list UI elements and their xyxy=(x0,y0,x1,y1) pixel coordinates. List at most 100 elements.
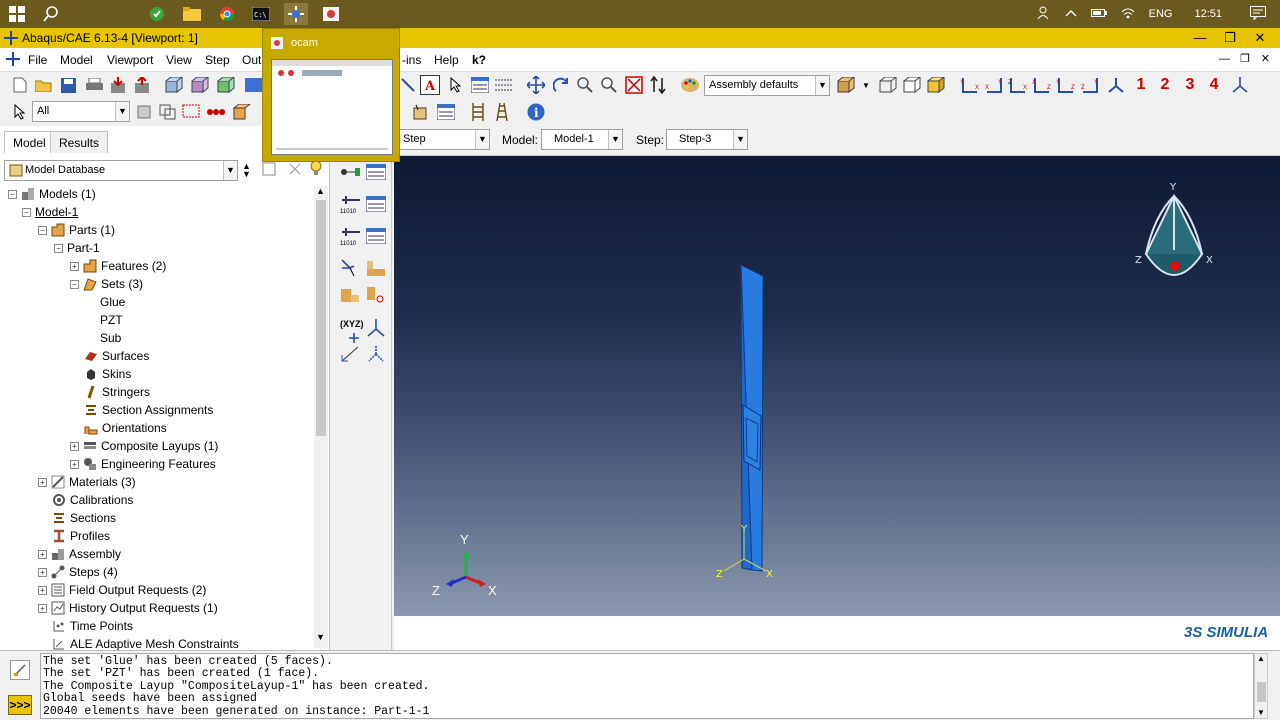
scroll-down-icon[interactable]: ▼ xyxy=(316,632,325,642)
menu-help[interactable]: Help xyxy=(434,53,459,67)
zoom-icon[interactable] xyxy=(575,75,595,95)
scroll-up-icon[interactable]: ▲ xyxy=(316,186,325,196)
tree-item-model-1[interactable]: − Model-1 xyxy=(22,203,78,221)
create-step-icon[interactable] xyxy=(340,162,360,182)
csys-4-button[interactable]: 4 xyxy=(1204,75,1224,95)
tree-item-materials[interactable]: + Materials (3) xyxy=(38,473,136,491)
model-select[interactable]: Model-1 ▼ xyxy=(541,129,623,150)
tree-item-section-assignments[interactable]: Section Assignments xyxy=(84,401,213,419)
tree-item-composite-layups[interactable]: + Composite Layups (1) xyxy=(70,437,218,455)
view-left-icon[interactable]: YZ xyxy=(1056,75,1076,95)
tree-item-parts[interactable]: − Parts (1) xyxy=(38,221,115,239)
tree-item-set-pzt[interactable]: PZT xyxy=(100,311,123,329)
tree-filter-icon[interactable] xyxy=(262,162,276,179)
module-select[interactable]: Step ▼ xyxy=(398,129,490,150)
auto-fit-icon[interactable] xyxy=(624,75,644,95)
expand-icon[interactable]: + xyxy=(38,603,47,613)
axis-triad-icon[interactable] xyxy=(1230,75,1250,95)
menu-file[interactable]: File xyxy=(28,53,47,67)
windows-start-icon[interactable] xyxy=(6,3,28,25)
shaded-icon[interactable] xyxy=(926,75,946,95)
tree-item-part-1[interactable]: − Part-1 xyxy=(54,239,100,257)
tree-item-engineering-features[interactable]: + Engineering Features xyxy=(70,455,216,473)
message-area-icon[interactable] xyxy=(10,660,30,680)
tree-item-time-points[interactable]: Time Points xyxy=(52,617,133,635)
ruler-icon[interactable] xyxy=(468,102,488,122)
collapse-icon[interactable]: − xyxy=(54,243,63,253)
tree-item-skins[interactable]: Skins xyxy=(84,365,131,383)
step-select[interactable]: Step-3 ▼ xyxy=(666,129,748,150)
chrome-icon[interactable] xyxy=(216,3,238,25)
tools-scissors-icon[interactable] xyxy=(366,284,386,304)
ladder-icon[interactable] xyxy=(492,102,512,122)
datum-axis-icon[interactable] xyxy=(340,344,360,364)
pointer-icon[interactable] xyxy=(446,75,466,95)
command-line-icon[interactable]: >>> xyxy=(8,695,32,715)
create-field-output-icon[interactable]: 11010 xyxy=(340,194,360,214)
expand-icon[interactable]: + xyxy=(38,585,47,595)
mesh-cube-2-icon[interactable] xyxy=(190,75,210,95)
message-log[interactable]: The set 'Glue' has been created (5 faces… xyxy=(40,653,1254,719)
expand-icon[interactable]: + xyxy=(38,477,47,487)
select-box-icon[interactable] xyxy=(232,102,252,122)
collapse-icon[interactable]: − xyxy=(8,189,17,199)
tree-item-set-sub[interactable]: Sub xyxy=(100,329,121,347)
tree-item-models[interactable]: − Models (1) xyxy=(8,185,96,203)
box-zoom-icon[interactable] xyxy=(599,75,619,95)
menu-model[interactable]: Model xyxy=(60,53,93,67)
expand-icon[interactable]: + xyxy=(70,261,79,271)
adaptive-mesh-controls-icon[interactable] xyxy=(366,258,386,278)
view-compass[interactable]: Y Z X xyxy=(1135,182,1213,276)
tree-bulb-icon[interactable] xyxy=(310,160,322,179)
select-cells-icon[interactable] xyxy=(158,102,178,122)
arrow-tool-icon[interactable] xyxy=(398,75,418,95)
tab-results[interactable]: Results xyxy=(50,131,109,153)
info-icon[interactable]: i xyxy=(526,102,546,122)
edit-feature-icon[interactable] xyxy=(410,102,430,122)
mesh-cube-icon[interactable] xyxy=(164,75,184,95)
tree-item-profiles[interactable]: Profiles xyxy=(52,527,110,545)
select-chain-icon[interactable] xyxy=(206,102,226,122)
tab-model[interactable]: Model xyxy=(4,131,55,153)
render-palette-icon[interactable] xyxy=(680,75,700,95)
ocam-taskbar-icon[interactable] xyxy=(320,3,342,25)
ale-controls-icon[interactable] xyxy=(340,284,360,304)
view-back-icon[interactable]: YX xyxy=(984,75,1004,95)
notifications-icon[interactable] xyxy=(1250,5,1266,23)
expand-icon[interactable]: + xyxy=(38,567,47,577)
minimize-button[interactable]: — xyxy=(1190,30,1210,46)
menu-plugins[interactable]: -ins xyxy=(402,53,421,67)
collapse-icon[interactable]: − xyxy=(22,207,31,217)
tree-item-calibrations[interactable]: Calibrations xyxy=(52,491,133,509)
wifi-icon[interactable] xyxy=(1121,7,1135,22)
tree-item-field-output-requests[interactable]: + Field Output Requests (2) xyxy=(38,581,206,599)
viewport-tile-icon[interactable] xyxy=(244,75,264,95)
tree-item-assembly[interactable]: + Assembly xyxy=(38,545,121,563)
cmd-icon[interactable]: C:\ xyxy=(250,3,272,25)
select-pointer-icon[interactable] xyxy=(10,102,30,122)
scroll-down-icon[interactable]: ▼ xyxy=(1257,708,1265,717)
mdi-restore-button[interactable]: ❐ xyxy=(1240,52,1250,65)
maximize-button[interactable]: ❐ xyxy=(1220,30,1240,46)
field-output-manager-icon[interactable] xyxy=(366,194,386,214)
view-top-icon[interactable]: ZX xyxy=(1008,75,1028,95)
tree-item-set-glue[interactable]: Glue xyxy=(100,293,125,311)
clock[interactable]: 12:51 xyxy=(1194,8,1222,20)
mesh-cube-3-icon[interactable] xyxy=(216,75,236,95)
render-style-select[interactable]: Assembly defaults ▼ xyxy=(704,75,830,96)
wireframe-icon[interactable] xyxy=(878,75,898,95)
expand-icon[interactable]: + xyxy=(38,549,47,559)
open-file-icon[interactable] xyxy=(34,75,54,95)
view-iso-icon[interactable] xyxy=(1106,75,1126,95)
database-select[interactable]: Model Database ▼ xyxy=(4,160,238,181)
search-icon[interactable] xyxy=(40,3,62,25)
datum-plane-icon[interactable] xyxy=(366,344,386,364)
view-bottom-icon[interactable]: XZ xyxy=(1032,75,1052,95)
print-icon[interactable] xyxy=(84,75,104,95)
selection-options-icon[interactable] xyxy=(134,102,154,122)
battery-icon[interactable] xyxy=(1090,8,1107,21)
collapse-icon[interactable]: − xyxy=(38,225,47,235)
csys-1-button[interactable]: 1 xyxy=(1131,75,1151,95)
menu-view[interactable]: View xyxy=(166,53,192,67)
tree-item-history-output-requests[interactable]: + History Output Requests (1) xyxy=(38,599,218,617)
